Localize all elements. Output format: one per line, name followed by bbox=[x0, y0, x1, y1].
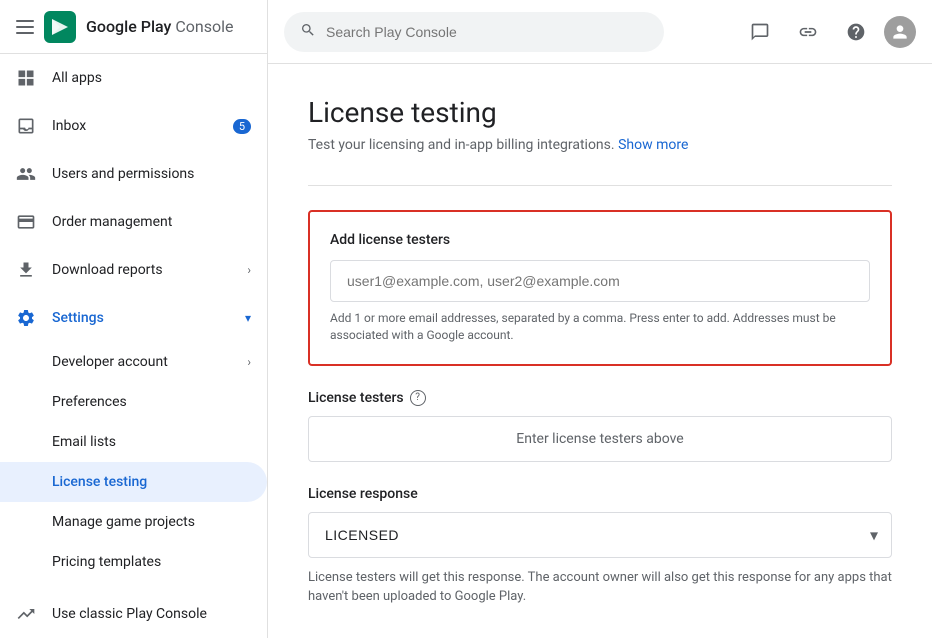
license-testers-label: License testers bbox=[308, 390, 404, 406]
sidebar-item-classic-console[interactable]: Use classic Play Console bbox=[0, 590, 267, 638]
sidebar-label-email-lists: Email lists bbox=[52, 434, 116, 450]
license-response-label: License response bbox=[308, 486, 892, 502]
user-avatar[interactable] bbox=[884, 16, 916, 48]
sidebar: Google Play Console All apps Inbox 5 Use… bbox=[0, 0, 268, 638]
email-input[interactable] bbox=[330, 260, 870, 302]
sidebar-item-manage-game-projects[interactable]: Manage game projects bbox=[0, 502, 267, 542]
sidebar-item-preferences[interactable]: Preferences bbox=[0, 382, 267, 422]
menu-button[interactable] bbox=[16, 20, 34, 34]
topbar-actions bbox=[740, 12, 916, 52]
help-button[interactable] bbox=[836, 12, 876, 52]
sidebar-label-inbox: Inbox bbox=[52, 118, 86, 134]
inbox-icon bbox=[16, 116, 36, 136]
page-subtitle: Test your licensing and in-app billing i… bbox=[308, 137, 892, 153]
inbox-badge: 5 bbox=[233, 119, 251, 134]
sidebar-item-order-management[interactable]: Order management bbox=[0, 198, 267, 246]
sidebar-label-pricing-templates: Pricing templates bbox=[52, 554, 161, 570]
chevron-right-icon: › bbox=[247, 263, 251, 277]
app-title: Google Play Console bbox=[86, 17, 234, 36]
search-icon bbox=[300, 22, 316, 42]
main-nav: All apps Inbox 5 Users and permissions O… bbox=[0, 54, 267, 638]
sidebar-label-preferences: Preferences bbox=[52, 394, 127, 410]
main-area: License testing Test your licensing and … bbox=[268, 0, 932, 638]
sidebar-label-order-management: Order management bbox=[52, 214, 172, 230]
download-icon bbox=[16, 260, 36, 280]
link-button[interactable] bbox=[788, 12, 828, 52]
sidebar-item-developer-account[interactable]: Developer account › bbox=[0, 342, 267, 382]
sidebar-header: Google Play Console bbox=[0, 0, 267, 54]
license-testers-empty: Enter license testers above bbox=[308, 416, 892, 462]
sidebar-item-email-lists[interactable]: Email lists bbox=[0, 422, 267, 462]
sidebar-label-manage-game-projects: Manage game projects bbox=[52, 514, 195, 530]
chevron-right-dev-icon: › bbox=[247, 355, 251, 369]
topbar bbox=[268, 0, 932, 64]
input-hint: Add 1 or more email addresses, separated… bbox=[330, 310, 870, 344]
show-more-link[interactable]: Show more bbox=[618, 137, 688, 153]
page-title: License testing bbox=[308, 96, 892, 129]
help-icon[interactable]: ? bbox=[410, 390, 426, 406]
license-response-select[interactable]: LICENSED NOT_LICENSED LICENSED_OLD_KEY bbox=[308, 512, 892, 558]
sidebar-label-developer-account: Developer account bbox=[52, 354, 168, 370]
sidebar-label-classic-console: Use classic Play Console bbox=[52, 606, 207, 622]
response-description: License testers will get this response. … bbox=[308, 568, 892, 607]
sidebar-label-license-testing: License testing bbox=[52, 474, 147, 490]
license-response-section: License response LICENSED NOT_LICENSED L… bbox=[308, 486, 892, 607]
sidebar-label-users: Users and permissions bbox=[52, 166, 194, 182]
content-area: License testing Test your licensing and … bbox=[268, 64, 932, 638]
people-icon bbox=[16, 164, 36, 184]
sidebar-item-settings[interactable]: Settings ▾ bbox=[0, 294, 267, 342]
sidebar-item-pricing-templates[interactable]: Pricing templates bbox=[0, 542, 267, 582]
sidebar-item-all-apps[interactable]: All apps bbox=[0, 54, 267, 102]
sidebar-item-download-reports[interactable]: Download reports › bbox=[0, 246, 267, 294]
add-testers-label: Add license testers bbox=[330, 232, 870, 248]
sidebar-label-all-apps: All apps bbox=[52, 70, 102, 86]
sidebar-item-inbox[interactable]: Inbox 5 bbox=[0, 102, 267, 150]
app-logo bbox=[44, 11, 76, 43]
sidebar-label-download-reports: Download reports bbox=[52, 262, 163, 278]
search-input[interactable] bbox=[326, 24, 648, 40]
chevron-down-settings-icon: ▾ bbox=[245, 311, 251, 325]
sidebar-item-users[interactable]: Users and permissions bbox=[0, 150, 267, 198]
sidebar-item-license-testing[interactable]: License testing bbox=[0, 462, 267, 502]
license-testers-section: License testers ? bbox=[308, 390, 892, 406]
trending-up-icon bbox=[16, 604, 36, 624]
search-bar[interactable] bbox=[284, 12, 664, 52]
divider bbox=[308, 185, 892, 186]
license-response-select-wrapper: LICENSED NOT_LICENSED LICENSED_OLD_KEY ▾ bbox=[308, 512, 892, 558]
card-icon bbox=[16, 212, 36, 232]
grid-icon bbox=[16, 68, 36, 88]
add-testers-card: Add license testers Add 1 or more email … bbox=[308, 210, 892, 366]
sidebar-label-settings: Settings bbox=[52, 310, 104, 326]
settings-icon bbox=[16, 308, 36, 328]
chat-button[interactable] bbox=[740, 12, 780, 52]
